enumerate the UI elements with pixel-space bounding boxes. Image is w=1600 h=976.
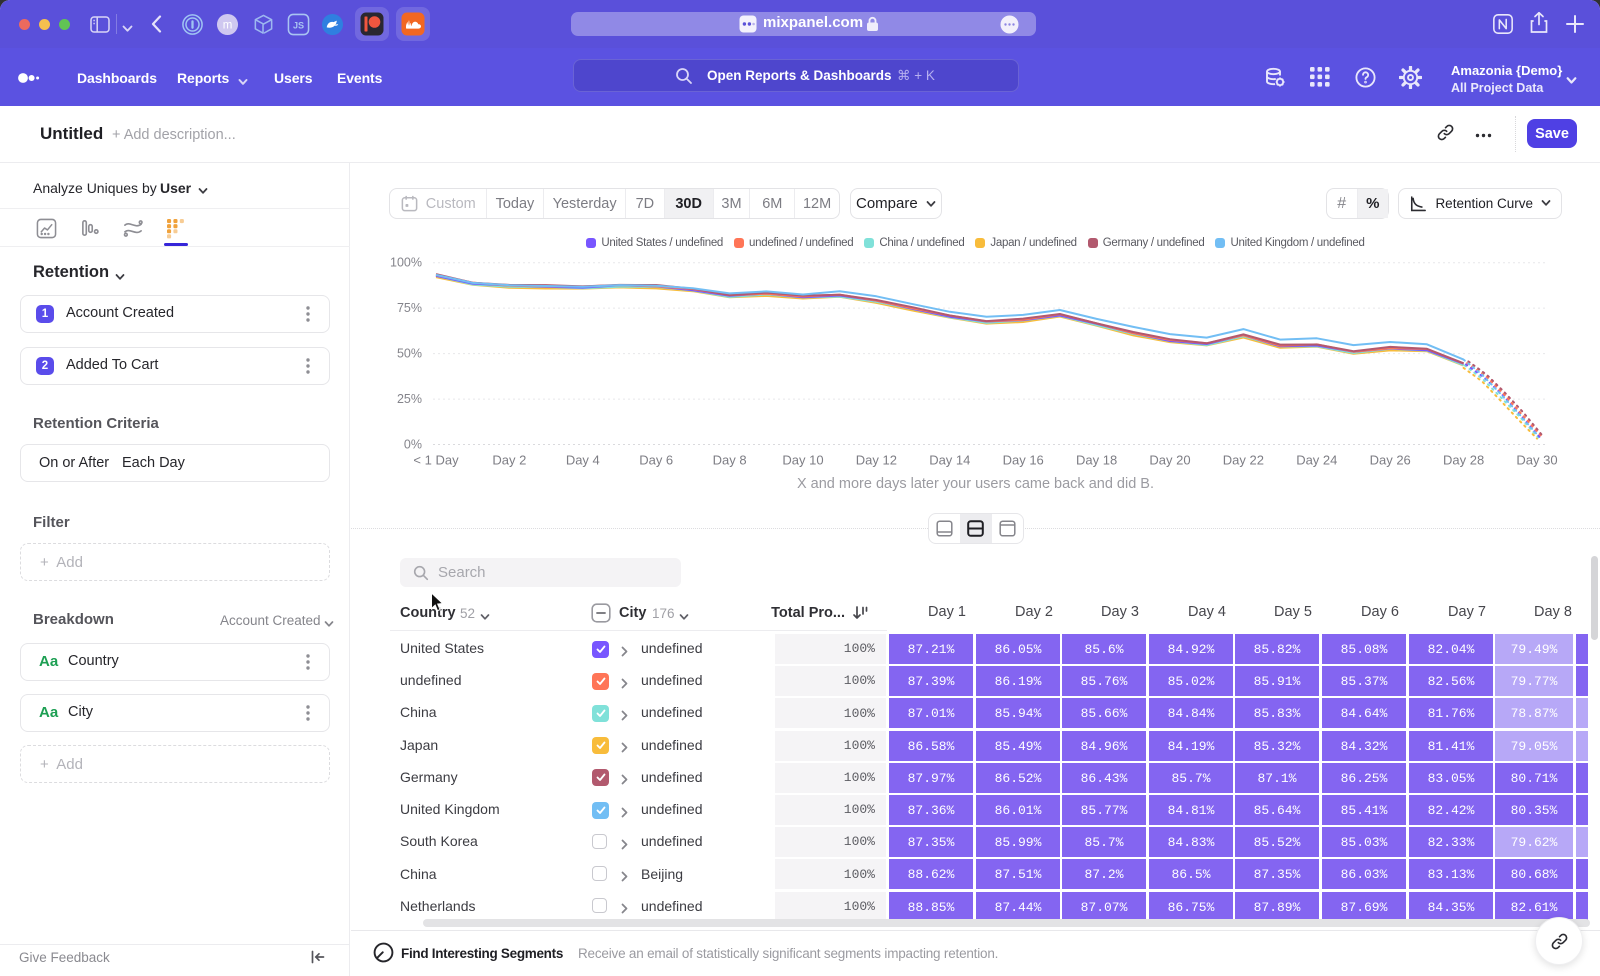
svg-text:Day 20: Day 20	[1149, 453, 1190, 468]
svg-text:Day 12: Day 12	[856, 453, 897, 468]
svg-text:JS: JS	[293, 20, 304, 30]
svg-text:0%: 0%	[404, 438, 422, 452]
svg-text:Day 16: Day 16	[1003, 453, 1044, 468]
svg-text:Day 26: Day 26	[1370, 453, 1411, 468]
svg-text:Day 14: Day 14	[929, 453, 970, 468]
svg-text:Day 2: Day 2	[492, 453, 526, 468]
svg-text:Day 30: Day 30	[1516, 453, 1557, 468]
svg-text:Day 10: Day 10	[782, 453, 823, 468]
svg-text:Day 4: Day 4	[566, 453, 600, 468]
svg-text:Day 28: Day 28	[1443, 453, 1484, 468]
svg-text:50%: 50%	[397, 347, 422, 361]
svg-text:Day 6: Day 6	[639, 453, 673, 468]
svg-text:< 1 Day: < 1 Day	[413, 453, 459, 468]
svg-text:Day 22: Day 22	[1223, 453, 1264, 468]
svg-text:25%: 25%	[397, 392, 422, 406]
svg-text:75%: 75%	[397, 301, 422, 315]
svg-text:Day 18: Day 18	[1076, 453, 1117, 468]
svg-text:100%: 100%	[390, 256, 422, 270]
svg-text:Day 8: Day 8	[713, 453, 747, 468]
svg-text:m: m	[223, 19, 233, 31]
svg-text:Day 24: Day 24	[1296, 453, 1337, 468]
